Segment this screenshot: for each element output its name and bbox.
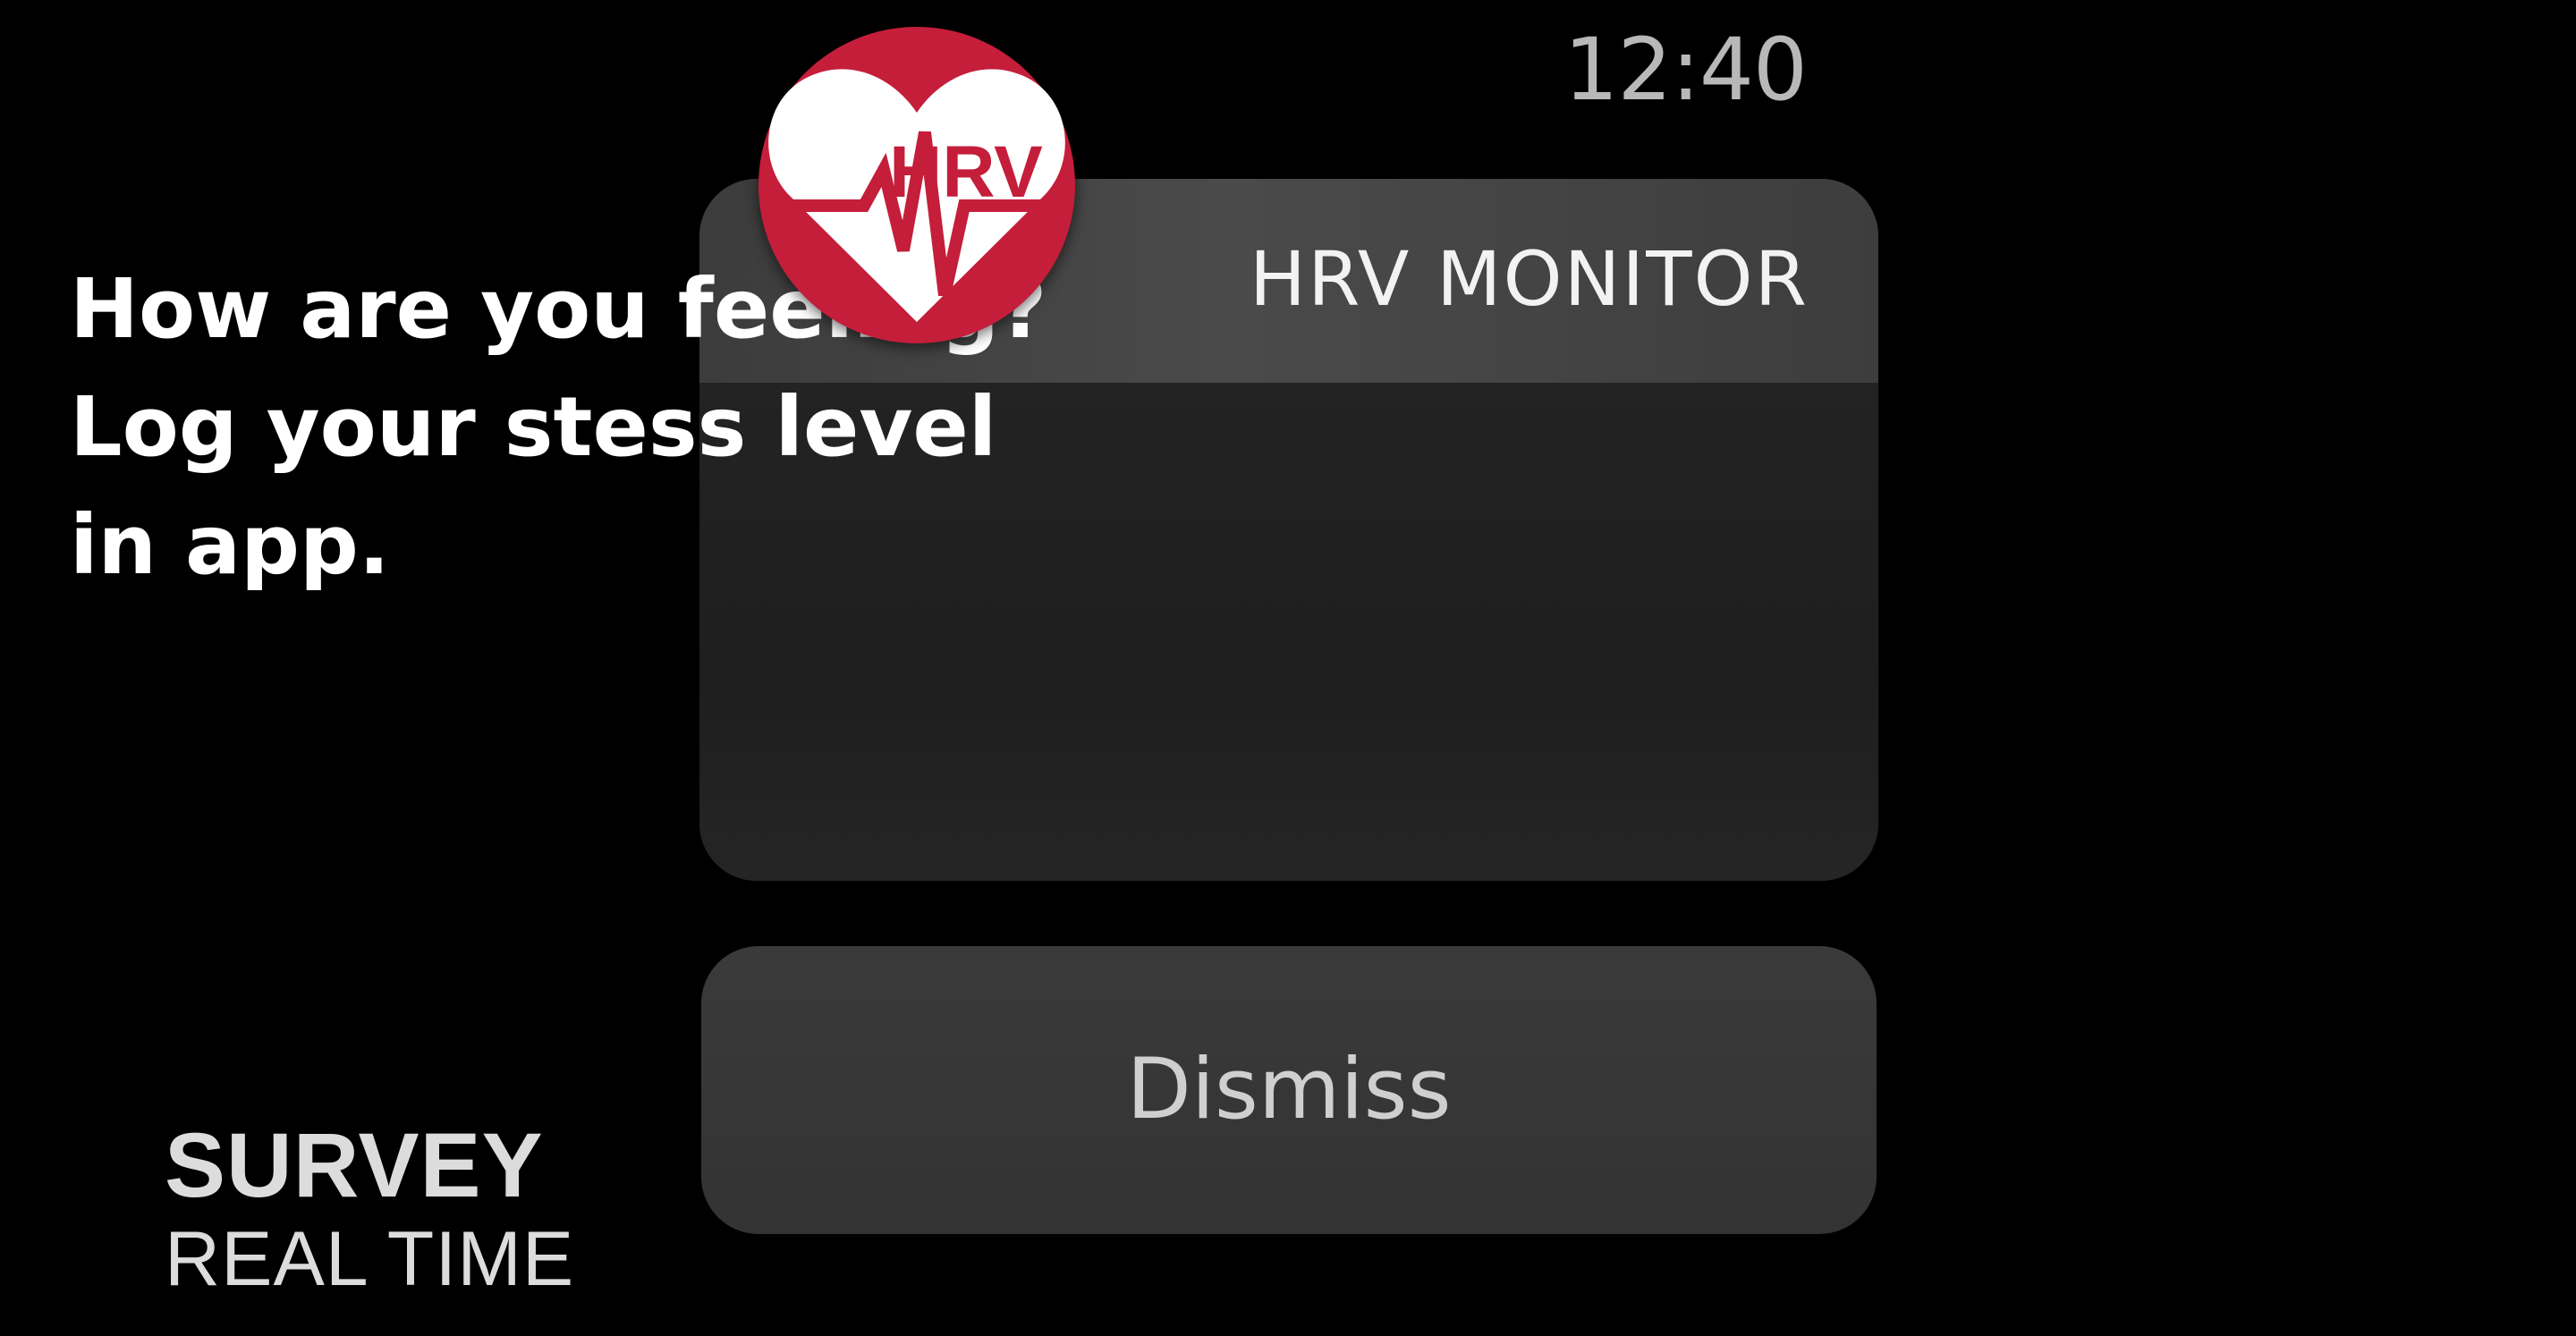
watch-screen: 12:40 HRV MONITOR How are you feeling? L… xyxy=(0,0,2576,1336)
message-line: in app. xyxy=(70,497,390,593)
hrv-heart-graphic: HRV xyxy=(768,69,1065,323)
dismiss-button[interactable]: Dismiss xyxy=(701,946,1877,1234)
caption-subtitle: REAL TIME xyxy=(165,1216,575,1302)
app-name: HRV MONITOR xyxy=(1249,235,1809,323)
message-line: Log your stess level xyxy=(70,379,997,475)
hrv-heart-icon: HRV xyxy=(758,27,1075,343)
icon-label: HRV xyxy=(889,131,1043,213)
caption-title: SURVEY xyxy=(165,1114,544,1216)
video-caption: SURVEY REAL TIME xyxy=(165,1116,574,1304)
dismiss-label: Dismiss xyxy=(1126,1041,1452,1138)
status-time: 12:40 xyxy=(1563,20,1808,120)
